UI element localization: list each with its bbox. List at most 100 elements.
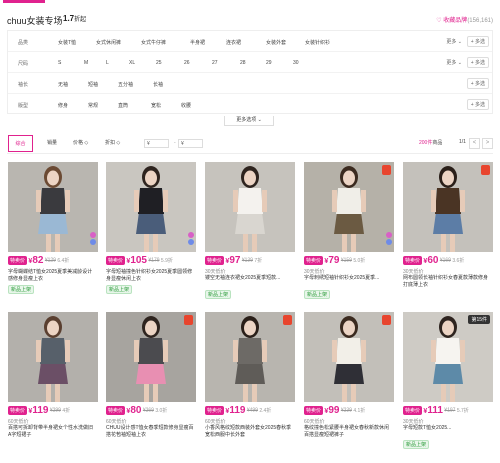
top-accent-bar	[0, 0, 500, 4]
product-card[interactable]: 特卖价 ¥119 ¥499 2.4折 60天低价 小香风格纹短款西装外套女2025春…	[205, 312, 295, 452]
sort-bar: 综合 销量 价格 ◇ 折扣 ◇ ¥ - ¥ 200件商品 1/1 < >	[7, 134, 493, 154]
product-card[interactable]: 特卖价 ¥79 ¥159 5.0折 30天低价 字母刺绣短袖针织衫女2025夏季..…	[304, 162, 394, 302]
product-title[interactable]: 字母蝴蝶结T恤女2025夏季美减龄设计感修身显瘦上衣	[8, 269, 96, 283]
filter-option[interactable]: 26	[184, 60, 190, 66]
price-max-input[interactable]: ¥	[178, 139, 203, 148]
product-title[interactable]: 字母短款T恤女2025...	[403, 425, 491, 432]
special-price-tag: 特卖价	[8, 406, 28, 415]
filter-option[interactable]: 女装针织衫	[305, 39, 330, 46]
filter-option[interactable]: L	[106, 60, 109, 66]
product-image[interactable]	[304, 312, 394, 402]
product-title[interactable]: 格纹撞色松紧腰半身裙女春秋新款休闲百搭显瘦短裙裤子	[304, 425, 392, 439]
product-title[interactable]: 网布圆领长袖针织衫女春夏款薄款修身打底薄上衣	[403, 275, 491, 289]
product-title[interactable]: 百搭可拆卸背带半身裙女个性水洗做旧A字短裙子	[8, 425, 96, 439]
sort-sales[interactable]: 销量	[41, 135, 63, 152]
sort-discount[interactable]: 折扣 ◇	[99, 135, 126, 152]
product-image[interactable]	[106, 312, 196, 402]
product-card[interactable]: 特卖价 ¥60 ¥169 3.6折 30天低价 网布圆领长袖针织衫女春夏款薄款修身打…	[403, 162, 493, 302]
product-card[interactable]: 特卖价 ¥119 ¥299 4折 60天低价 百搭可拆卸背带半身裙女个性水洗做旧A字…	[8, 312, 98, 452]
next-page-button[interactable]: >	[482, 138, 493, 149]
color-swatch-icon[interactable]	[90, 232, 96, 246]
color-swatch-icon[interactable]	[188, 232, 194, 246]
product-image[interactable]	[205, 312, 295, 402]
filter-option[interactable]: 女式牛仔裤	[141, 39, 166, 46]
original-price: ¥139	[241, 257, 253, 264]
product-card[interactable]: 第15件 特卖价 ¥111 ¥197 5.7折 30天低价 字母短款T恤女2025..…	[403, 312, 493, 452]
discount-rate: 5.9折	[160, 258, 173, 264]
filter-multiselect-button[interactable]: + 多选	[466, 99, 489, 110]
product-card[interactable]: 特卖价 ¥82 ¥129 6.4折 字母蝴蝶结T恤女2025夏季美减龄设计感修身显…	[8, 162, 98, 302]
filter-row: 版型 修身 常规 直筒 宽松 收腰 + 多选	[8, 94, 492, 115]
filter-option[interactable]: 无袖	[58, 81, 68, 88]
filter-option[interactable]: 30	[293, 60, 299, 66]
filter-option[interactable]: 收腰	[181, 102, 191, 109]
filter-option[interactable]: 短袖	[88, 81, 98, 88]
sort-default[interactable]: 综合	[8, 135, 33, 152]
product-title[interactable]: 小香风格纹短款西装外套女2025春秋季宽松西服中长外套	[205, 425, 293, 439]
filter-option[interactable]: 直筒	[118, 102, 128, 109]
product-card[interactable]: 特卖价 ¥105 ¥179 5.9折 字母短袖撞色针织衫女2025夏季圆领修身显瘦…	[106, 162, 196, 302]
filter-option[interactable]: 女式休闲裤	[96, 39, 121, 46]
product-title[interactable]: 字母短袖撞色针织衫女2025夏季圆领修身显瘦休闲上衣	[106, 269, 194, 283]
filter-option[interactable]: XL	[129, 60, 135, 66]
filter-option[interactable]: M	[84, 60, 88, 66]
product-image[interactable]	[106, 162, 196, 252]
product-image[interactable]	[304, 162, 394, 252]
product-title[interactable]: 字母刺绣短袖针织衫女2025夏季...	[304, 275, 392, 282]
filter-option[interactable]: 长袖	[153, 81, 163, 88]
color-swatch-icon[interactable]	[386, 232, 392, 246]
product-card[interactable]: 特卖价 ¥99 ¥239 4.1折 60天低价 格纹撞色松紧腰半身裙女春秋新款休闲百…	[304, 312, 394, 452]
filter-option[interactable]: 25	[156, 60, 162, 66]
filter-multiselect-button[interactable]: + 多选	[466, 57, 489, 68]
filter-option[interactable]: 女装T恤	[58, 39, 76, 46]
favorite-label: ♡ 收藏品牌	[436, 18, 468, 24]
filter-option[interactable]: 28	[240, 60, 246, 66]
product-image[interactable]	[205, 162, 295, 252]
product-image[interactable]	[8, 162, 98, 252]
special-price-tag: 特卖价	[304, 256, 324, 265]
filter-option[interactable]: 常规	[88, 102, 98, 109]
filter-option[interactable]: 女装外套	[266, 39, 286, 46]
filter-option[interactable]: 修身	[58, 102, 68, 109]
filter-option[interactable]: 连衣裙	[226, 39, 241, 46]
product-image[interactable]	[403, 162, 493, 252]
page-indicator: 1/1	[459, 139, 466, 145]
product-title[interactable]: 镂空无袖连衣裙女2025夏季短款...	[205, 275, 293, 282]
more-options-button[interactable]: 更多选项 ⌄	[224, 116, 274, 126]
prev-page-button[interactable]: <	[469, 138, 480, 149]
original-price: ¥179	[148, 257, 160, 264]
filter-option[interactable]: 半身裙	[190, 39, 205, 46]
model-photo	[106, 312, 196, 402]
sale-price: ¥97	[225, 255, 241, 266]
product-card[interactable]: 特卖价 ¥80 ¥269 3.0折 60天低价 CHUU设计感T恤女春季短款修身显瘦…	[106, 312, 196, 452]
promo-badge-icon	[481, 165, 490, 175]
filter-option[interactable]: S	[58, 60, 61, 66]
product-image[interactable]	[8, 312, 98, 402]
filter-label: 尺码	[18, 61, 29, 67]
promo-badge-icon	[382, 165, 391, 175]
favorite-brand-button[interactable]: ♡ 收藏品牌(156,161)	[436, 15, 493, 24]
filter-more-button[interactable]: 更多 ⌄	[446, 38, 462, 45]
filter-option[interactable]: 宽松	[151, 102, 161, 109]
product-title[interactable]: CHUU设计感T恤女春季短款修身显瘦百搭花苞袖短袖上衣	[106, 425, 194, 439]
price-line: 特卖价 ¥80 ¥269 3.0折	[106, 405, 167, 417]
new-arrival-tag: 新品上架	[403, 440, 430, 449]
product-image[interactable]: 第15件	[403, 312, 493, 402]
product-card[interactable]: 特卖价 ¥97 ¥139 7折 30天低价 镂空无袖连衣裙女2025夏季短款... 新…	[205, 162, 295, 302]
store-name: chuu女装专场	[7, 16, 63, 26]
model-photo	[8, 312, 98, 402]
filter-more-button[interactable]: 更多 ⌄	[446, 59, 462, 66]
filter-option[interactable]: 27	[212, 60, 218, 66]
sort-price[interactable]: 价格 ◇	[67, 135, 94, 152]
price-min-input[interactable]: ¥	[144, 139, 169, 148]
filter-option[interactable]: 五分袖	[118, 81, 133, 88]
filter-option[interactable]: 29	[266, 60, 272, 66]
sale-price: ¥119	[28, 405, 49, 416]
new-arrival-tag: 新品上架	[205, 290, 232, 299]
special-price-tag: 特卖价	[403, 406, 423, 415]
original-price: ¥299	[49, 407, 61, 414]
filter-multiselect-button[interactable]: + 多选	[466, 78, 489, 89]
store-discount: 1.7折起	[63, 14, 86, 23]
filter-multiselect-button[interactable]: + 多选	[466, 36, 489, 47]
discount-value: 1.7	[63, 14, 75, 23]
